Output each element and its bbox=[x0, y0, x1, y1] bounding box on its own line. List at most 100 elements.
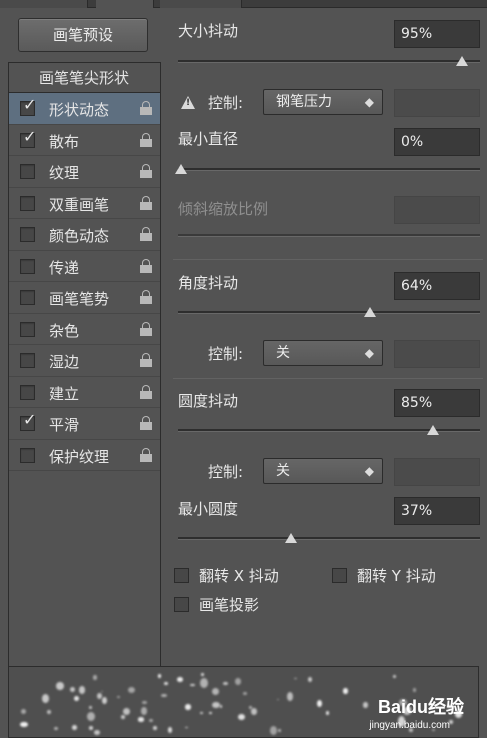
control-label: 控制: bbox=[208, 94, 244, 112]
min-diameter-slider[interactable] bbox=[175, 164, 480, 174]
brush-particle bbox=[164, 681, 168, 686]
option-label: 颜色动态 bbox=[49, 227, 110, 245]
option-checkbox[interactable] bbox=[20, 353, 35, 368]
brush-particle bbox=[20, 721, 28, 727]
brush-particle bbox=[69, 687, 75, 693]
lock-icon[interactable] bbox=[140, 416, 152, 430]
brush-particle bbox=[269, 725, 277, 735]
option-label: 传递 bbox=[49, 258, 80, 277]
brush-tip-shape-item[interactable]: 画笔笔尖形状 bbox=[9, 63, 160, 93]
brush-particle bbox=[308, 677, 312, 683]
brush-particle bbox=[153, 725, 157, 730]
brush-particle bbox=[140, 706, 148, 716]
brush-particle bbox=[343, 688, 348, 694]
option-row[interactable]: 双重画笔 bbox=[9, 188, 160, 219]
updown-arrow-icon: ◆ bbox=[364, 346, 374, 360]
size-jitter-slider[interactable] bbox=[178, 56, 480, 66]
lock-icon[interactable] bbox=[140, 290, 152, 304]
brush-particle bbox=[142, 701, 147, 705]
option-row[interactable]: ✓ 形状动态 bbox=[9, 93, 160, 125]
option-row[interactable]: 颜色动态 bbox=[9, 219, 160, 251]
option-checkbox[interactable] bbox=[20, 447, 35, 463]
option-row[interactable]: 画笔笔势 bbox=[9, 282, 160, 314]
option-checkbox[interactable] bbox=[20, 164, 35, 179]
brush-panel: 画笔预设 画笔笔尖形状 ✓ 形状动态 ✓ 散布 纹理双重画笔颜色动态传递画笔笔势 杂色 湿边… bbox=[0, 8, 487, 738]
brush-particle bbox=[184, 704, 191, 710]
lock-icon[interactable] bbox=[140, 321, 152, 336]
slider-thumb[interactable] bbox=[426, 425, 439, 435]
brush-particle bbox=[317, 699, 323, 707]
brush-particle bbox=[122, 707, 131, 716]
lock-icon[interactable] bbox=[140, 353, 152, 367]
brush-particle bbox=[200, 677, 208, 688]
option-row[interactable]: ✓ 平滑 bbox=[9, 408, 160, 440]
option-row[interactable]: ✓ 散布 bbox=[9, 125, 160, 156]
brush-particle bbox=[137, 717, 145, 722]
brush-particle bbox=[209, 711, 212, 714]
option-label: 双重画笔 bbox=[49, 195, 110, 214]
option-checkbox[interactable] bbox=[20, 384, 35, 400]
option-checkbox[interactable]: ✓ bbox=[20, 97, 36, 116]
option-checkbox[interactable] bbox=[20, 227, 35, 242]
slider-thumb[interactable] bbox=[175, 164, 187, 174]
size-jitter-value[interactable]: 95% bbox=[394, 20, 480, 48]
flip-x-checkbox[interactable] bbox=[174, 568, 189, 583]
slider-thumb[interactable] bbox=[284, 533, 297, 543]
option-checkbox[interactable]: ✓ bbox=[20, 412, 36, 431]
select-value: 关 bbox=[276, 463, 290, 479]
lock-icon[interactable] bbox=[140, 384, 152, 399]
option-row[interactable]: 建立 bbox=[9, 377, 160, 408]
brush-particle bbox=[128, 687, 136, 694]
roundness-control-select[interactable]: 关 ◆ bbox=[263, 458, 383, 484]
brush-particle bbox=[56, 682, 64, 691]
lock-icon[interactable] bbox=[140, 258, 152, 273]
lock-icon[interactable] bbox=[140, 164, 152, 178]
lock-icon[interactable] bbox=[140, 132, 152, 147]
option-checkbox[interactable]: ✓ bbox=[20, 128, 36, 148]
brush-particle bbox=[20, 708, 26, 714]
angle-jitter-value[interactable]: 64% bbox=[394, 272, 480, 300]
flip-y-checkbox[interactable] bbox=[332, 568, 347, 583]
option-label: 建立 bbox=[49, 384, 80, 403]
brush-preset-button[interactable]: 画笔预设 bbox=[18, 18, 148, 52]
brush-projection-checkbox[interactable] bbox=[174, 597, 189, 612]
control-pen-pressure-select[interactable]: 钢笔压力 ◆ bbox=[263, 89, 383, 115]
brush-particle bbox=[100, 690, 104, 693]
brush-particle bbox=[177, 677, 183, 682]
warning-icon: ! bbox=[181, 96, 195, 109]
tab-brush[interactable] bbox=[96, 0, 154, 8]
angle-control-select[interactable]: 关 ◆ bbox=[263, 340, 383, 366]
option-row[interactable]: 保护纹理 bbox=[9, 440, 160, 471]
option-row[interactable]: 湿边 bbox=[9, 345, 160, 377]
checkmark-icon: ✓ bbox=[23, 126, 37, 146]
brush-particle bbox=[212, 688, 220, 695]
option-checkbox[interactable] bbox=[20, 290, 35, 305]
option-row[interactable]: 传递 bbox=[9, 251, 160, 282]
min-roundness-slider[interactable] bbox=[178, 533, 480, 543]
brush-particle bbox=[293, 678, 297, 680]
lock-icon[interactable] bbox=[140, 447, 152, 462]
option-checkbox[interactable] bbox=[20, 195, 35, 211]
option-row[interactable]: 杂色 bbox=[9, 314, 160, 345]
option-row[interactable]: 纹理 bbox=[9, 156, 160, 188]
option-checkbox[interactable] bbox=[20, 258, 35, 274]
min-roundness-value[interactable]: 37% bbox=[394, 497, 480, 525]
lock-icon[interactable] bbox=[140, 227, 152, 241]
tab-brush-presets[interactable] bbox=[0, 0, 88, 8]
roundness-jitter-value[interactable]: 85% bbox=[394, 389, 480, 417]
roundness-jitter-slider[interactable] bbox=[178, 425, 480, 435]
angle-jitter-slider[interactable] bbox=[178, 307, 480, 317]
control-label: 控制: bbox=[208, 463, 244, 481]
checkmark-icon: ✓ bbox=[23, 410, 37, 429]
lock-icon[interactable] bbox=[140, 195, 152, 210]
lock-icon[interactable] bbox=[140, 101, 152, 115]
option-label: 保护纹理 bbox=[49, 447, 110, 466]
slider-thumb[interactable] bbox=[364, 307, 377, 317]
shape-dynamics-settings: 大小抖动 95% ! 控制: 钢笔压力 ◆ 最小直径 0% 倾斜缩放比例 角度抖… bbox=[165, 8, 487, 668]
brush-particle bbox=[185, 726, 188, 729]
tab-clone-source[interactable] bbox=[160, 0, 242, 8]
option-checkbox[interactable] bbox=[20, 321, 35, 337]
roundness-control-extra-field bbox=[394, 458, 480, 486]
min-diameter-value[interactable]: 0% bbox=[394, 128, 480, 156]
slider-thumb[interactable] bbox=[456, 56, 469, 66]
